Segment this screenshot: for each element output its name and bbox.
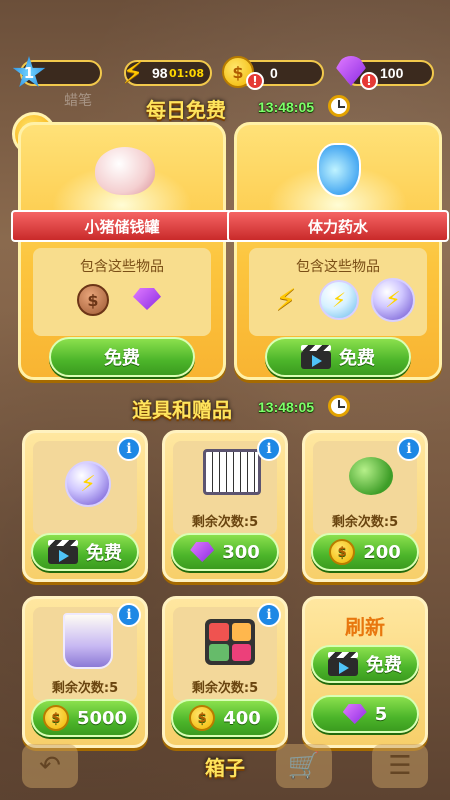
refresh-card: 刷新 免费 5 (302, 596, 428, 748)
info-icon[interactable]: i (397, 437, 421, 461)
gem-icon (342, 704, 367, 724)
remaining-count: 剩余次数:5 (191, 681, 259, 696)
shop-item-clover[interactable]: 剩余次数:5 i $ 200 (302, 430, 428, 582)
shop-item-color-blocks[interactable]: 剩余次数:5 i $ 400 (162, 596, 288, 748)
coin-icon: $ (329, 539, 356, 565)
refresh-with-gems-button[interactable]: 5 (311, 695, 419, 733)
star-icon: 1 (12, 56, 46, 87)
info-icon[interactable]: i (117, 603, 141, 627)
refresh-watch-video-button[interactable]: 免费 (311, 645, 419, 683)
contents-box: 包含这些物品 $ (33, 248, 211, 336)
level-stat[interactable]: 1 (12, 56, 102, 87)
buy-with-gems-button[interactable]: 300 (171, 533, 279, 571)
card-title: 小猪储钱罐 (84, 217, 160, 236)
lightning-icon: ⚡ (122, 55, 144, 91)
color-blocks-icon (205, 619, 255, 665)
clock-icon (328, 395, 350, 417)
coin-icon: $ (189, 705, 216, 731)
alert-icon: ! (360, 72, 378, 90)
remaining-count: 剩余次数:5 (331, 515, 399, 530)
info-icon[interactable]: i (257, 437, 281, 461)
daily-card-energy-potion[interactable]: 体力药水 包含这些物品 ⚡ ⚡ ⚡ 免费 (227, 122, 449, 380)
energy-orb-icon: ⚡ (65, 461, 111, 507)
shop-item-glass-cup[interactable]: 剩余次数:5 i $ 5000 (22, 596, 148, 748)
alert-icon: ! (246, 72, 264, 90)
video-icon (328, 652, 358, 676)
video-icon (301, 345, 331, 369)
chest-section-title: 箱子 (205, 756, 245, 780)
info-icon[interactable]: i (257, 603, 281, 627)
gem-icon (133, 288, 161, 310)
clock-icon (328, 95, 350, 117)
free-button-label: 免费 (339, 348, 375, 369)
coins-value: 0 (270, 65, 278, 81)
buy-with-coins-button[interactable]: $ 5000 (31, 699, 139, 737)
coins-stat[interactable]: $ ! 0 (222, 56, 324, 90)
video-icon (48, 540, 78, 564)
watch-video-free-button[interactable]: 免费 (265, 337, 411, 377)
price-label: 200 (363, 541, 401, 563)
refresh-gem-price: 5 (374, 703, 388, 725)
clover-icon (349, 457, 393, 495)
price-label: 5000 (76, 707, 128, 729)
shop-title: 道具和赠品 (132, 398, 232, 422)
daily-card-piggy-bank[interactable]: 小猪储钱罐 包含这些物品 $ 免费 (11, 122, 233, 380)
energy-orb-purple-icon: ⚡ (371, 278, 415, 322)
free-button-label: 免费 (104, 348, 140, 369)
price-label: 400 (223, 707, 261, 729)
energy-timer: 01:08 (168, 67, 204, 80)
energy-value: 98 (152, 65, 168, 81)
shop-timer: 13:48:05 (258, 399, 315, 415)
gems-value: 100 (380, 65, 404, 81)
info-icon[interactable]: i (117, 437, 141, 461)
shop-item-energy-orb[interactable]: ⚡ i 免费 (22, 430, 148, 582)
coin-icon: $ (42, 705, 69, 731)
status-bar: 1 ⚡ 98 01:08 $ ! 0 ! 100 (0, 56, 450, 91)
potion-icon (317, 143, 361, 197)
background-label: 蜡笔 (64, 93, 92, 109)
watch-video-free-button[interactable]: 免费 (31, 533, 139, 571)
daily-free-title: 每日免费 (146, 98, 226, 122)
card-title-ribbon: 小猪储钱罐 (11, 210, 233, 242)
shop-item-puzzle-board[interactable]: 剩余次数:5 i 300 (162, 430, 288, 582)
piggy-bank-icon (95, 147, 155, 195)
card-title-ribbon: 体力药水 (227, 210, 449, 242)
gems-stat[interactable]: ! 100 (336, 56, 434, 90)
gem-icon (190, 542, 215, 562)
remaining-count: 剩余次数:5 (51, 681, 119, 696)
contents-box: 包含这些物品 ⚡ ⚡ ⚡ (249, 248, 427, 336)
remaining-count: 剩余次数:5 (191, 515, 259, 530)
lightning-icon: ⚡ (275, 282, 297, 318)
energy-orb-blue-icon: ⚡ (319, 280, 359, 320)
price-label: 免费 (86, 543, 122, 564)
refresh-title: 刷新 (345, 615, 385, 639)
contents-label: 包含这些物品 (296, 259, 380, 275)
puzzle-board-icon (203, 449, 261, 495)
buy-with-coins-button[interactable]: $ 200 (311, 533, 419, 571)
energy-stat[interactable]: ⚡ 98 01:08 (122, 56, 212, 91)
glass-cup-icon (63, 613, 113, 669)
price-label: 300 (222, 541, 260, 563)
copper-coin-icon: $ (77, 284, 109, 316)
level-value: 1 (23, 64, 35, 82)
buy-with-coins-button[interactable]: $ 400 (171, 699, 279, 737)
card-title: 体力药水 (307, 217, 368, 236)
contents-label: 包含这些物品 (80, 259, 164, 275)
daily-timer: 13:48:05 (258, 99, 315, 115)
free-button[interactable]: 免费 (49, 337, 195, 377)
refresh-free-label: 免费 (366, 655, 402, 676)
